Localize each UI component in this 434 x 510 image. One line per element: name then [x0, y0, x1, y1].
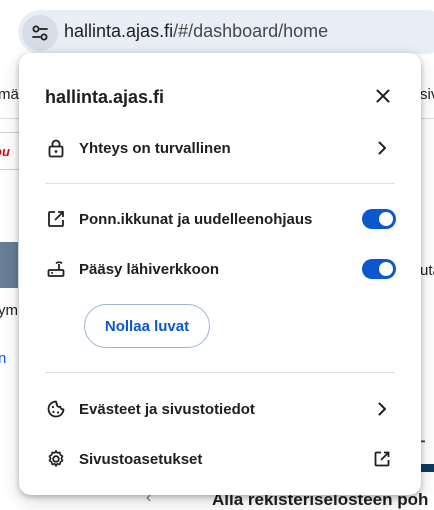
site-settings-row[interactable]: Sivustoasetukset	[19, 437, 421, 481]
gear-icon	[45, 448, 67, 470]
background-text-uta: uta	[420, 262, 434, 279]
close-icon	[376, 89, 390, 103]
connection-security-label: Yhteys on turvallinen	[79, 139, 231, 157]
open-external-icon	[45, 208, 67, 230]
cookies-row[interactable]: Evästeet ja sivustotiedot	[19, 387, 421, 431]
background-block	[0, 242, 18, 288]
toggle-knob	[379, 212, 393, 226]
url-text[interactable]: hallinta.ajas.fi/#/dashboard/home	[64, 21, 328, 42]
local-network-row: Pääsy lähiverkkoon	[19, 247, 421, 291]
open-external-icon	[373, 450, 391, 468]
chevron-right-icon	[373, 139, 391, 157]
cookie-icon	[45, 398, 67, 420]
reset-permissions-button[interactable]: Nollaa luvat	[84, 304, 210, 348]
tune-icon	[32, 25, 48, 41]
divider	[45, 183, 395, 184]
url-host: hallinta.ajas.fi	[64, 21, 174, 41]
popups-redirects-row: Ponn.ikkunat ja uudelleenohjaus	[19, 197, 421, 241]
background-nav-left: mä	[0, 86, 19, 103]
close-button[interactable]	[368, 81, 398, 111]
background-nav-right: siv	[420, 86, 434, 103]
local-network-toggle[interactable]	[362, 259, 396, 279]
toggle-knob	[379, 262, 393, 276]
popups-redirects-toggle[interactable]	[362, 209, 396, 229]
popups-redirects-label: Ponn.ikkunat ja uudelleenohjaus	[79, 210, 313, 228]
site-settings-label: Sivustoasetukset	[79, 450, 203, 468]
chevron-right-icon	[373, 400, 391, 418]
divider	[45, 372, 395, 373]
site-info-button[interactable]	[22, 15, 58, 51]
cookies-label: Evästeet ja sivustotiedot	[79, 400, 255, 418]
popup-title: hallinta.ajas.fi	[45, 87, 165, 107]
site-info-popup: hallinta.ajas.fi Yhteys on turvallinen P…	[19, 53, 421, 495]
local-network-label: Pääsy lähiverkkoon	[79, 260, 220, 278]
connection-security-row[interactable]: Yhteys on turvallinen	[19, 126, 421, 170]
background-text-ym: ym	[0, 302, 18, 319]
url-path: /#/dashboard/home	[173, 21, 329, 41]
lock-icon	[45, 137, 67, 159]
router-icon	[45, 258, 67, 280]
background-text-n: n	[0, 350, 7, 367]
